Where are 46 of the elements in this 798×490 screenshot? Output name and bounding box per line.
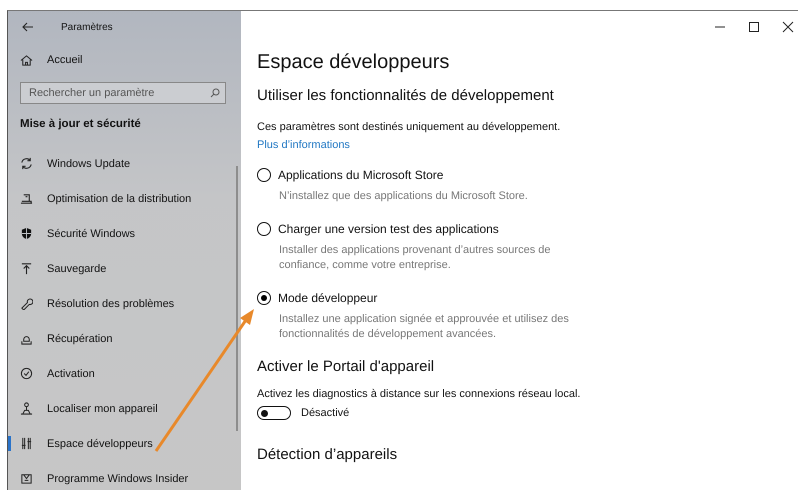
section-heading: Mise à jour et sécurité xyxy=(20,118,142,132)
option-label[interactable]: Mode développeur xyxy=(278,291,378,305)
nav-item[interactable]: Windows Update xyxy=(8,146,241,181)
back-arrow-icon[interactable] xyxy=(22,21,34,33)
section-heading: Détection d’appareils xyxy=(257,446,398,465)
nav-item[interactable]: Localiser mon appareil xyxy=(8,391,241,426)
radio-button[interactable] xyxy=(257,168,271,182)
maximize-icon[interactable] xyxy=(748,21,760,33)
section-heading: Activer le Portail d'appareil xyxy=(257,358,436,377)
search-field[interactable]: Rechercher un paramètre xyxy=(20,82,226,104)
nav-item[interactable]: Sécurité Windows xyxy=(8,216,241,251)
tray-icon xyxy=(20,192,33,205)
section-heading: Utiliser les fonctionnalités de développement xyxy=(257,87,555,106)
person-pin-icon xyxy=(20,402,33,415)
toggle-switch[interactable] xyxy=(257,406,291,420)
description-text: Activez les diagnostics à distance sur les connexions réseau local. xyxy=(257,388,582,400)
search-icon[interactable] xyxy=(210,88,220,98)
option-label[interactable]: Charger une version test des applications xyxy=(278,222,499,236)
tools-icon xyxy=(20,437,33,450)
page-title: Espace développeurs xyxy=(257,51,450,75)
refresh-icon xyxy=(20,157,33,170)
nav-item[interactable]: Activation xyxy=(8,356,241,391)
home-icon xyxy=(20,54,33,66)
toggle-label: Désactivé xyxy=(301,407,350,419)
radio-button[interactable] xyxy=(257,291,271,305)
home-nav-item[interactable]: Accueil xyxy=(8,45,241,75)
more-info-link[interactable]: Plus d’informations xyxy=(257,139,350,151)
option-description: N’installez que des applications du Microsoft Store. xyxy=(279,189,529,204)
option-description: Installez une application signée et approuvée et utilisez des fonctionnalités de développement avancées. xyxy=(279,312,570,342)
close-icon[interactable] xyxy=(782,21,794,33)
nav-item[interactable]: Espace développeurs xyxy=(8,426,241,461)
window-title: Paramètres xyxy=(61,22,113,32)
nav-item[interactable]: Programme Windows Insider xyxy=(8,461,241,490)
nav-item[interactable]: Optimisation de la distribution xyxy=(8,181,241,216)
check-circle-icon xyxy=(20,367,33,380)
nav-item[interactable]: Résolution des problèmes xyxy=(8,286,241,321)
radio-button[interactable] xyxy=(257,222,271,236)
nav-item[interactable]: Sauvegarde xyxy=(8,251,241,286)
description-text: Ces paramètres sont destinés uniquement au développement. xyxy=(257,121,562,133)
option-description: Installer des applications provenant d’autres sources de confiance, comme votre entreprise. xyxy=(279,243,552,273)
option-label[interactable]: Applications du Microsoft Store xyxy=(278,168,444,182)
shield-icon xyxy=(20,227,33,240)
upload-icon xyxy=(20,262,33,275)
wrench-icon xyxy=(20,297,33,310)
nav-item[interactable]: Récupération xyxy=(8,321,241,356)
scroll-bar[interactable] xyxy=(236,166,238,431)
